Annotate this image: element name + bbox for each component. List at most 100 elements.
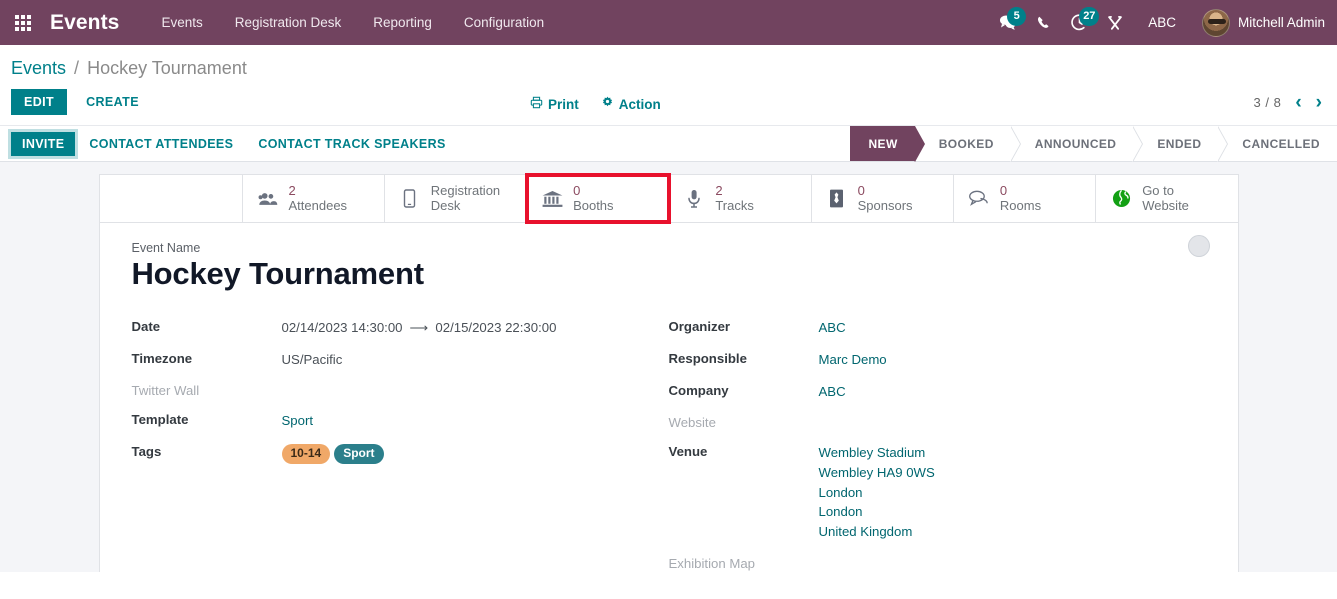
app-brand[interactable]: Events <box>50 11 119 35</box>
form-columns: Date 02/14/2023 14:30:00 ⟶ 02/15/2023 22:3… <box>132 318 1206 572</box>
microphone-icon <box>683 189 705 208</box>
smart-button-text: Go to Website <box>1142 183 1202 214</box>
pager-next-button[interactable]: › <box>1316 93 1322 112</box>
tag-badge[interactable]: Sport <box>334 444 384 465</box>
field-date: Date 02/14/2023 14:30:00 ⟶ 02/15/2023 22:3… <box>132 318 669 337</box>
responsible-label: Responsible <box>668 350 747 366</box>
control-panel-center: Print Action <box>530 96 661 112</box>
organizer-label: Organizer <box>668 318 731 334</box>
venue-line[interactable]: Wembley HA9 0WS <box>819 463 935 483</box>
stage-new[interactable]: NEW <box>850 126 925 162</box>
user-menu[interactable]: Mitchell Admin <box>1192 8 1325 37</box>
field-organizer: Organizer ABC <box>669 318 1206 337</box>
action-label: Action <box>618 96 661 112</box>
smart-button-go-to-website[interactable]: Go to Website <box>1096 175 1237 222</box>
print-menu[interactable]: Print <box>530 96 579 112</box>
menu-item-configuration[interactable]: Configuration <box>448 0 560 45</box>
field-company: Company ABC <box>669 382 1206 401</box>
smart-button-registration-desk[interactable]: Registration Desk <box>385 175 528 222</box>
attendees-count: 2 <box>288 182 296 198</box>
avatar <box>1201 8 1230 37</box>
pager-previous-button[interactable]: ‹ <box>1295 93 1301 112</box>
smart-button-attendees[interactable]: 2 Attendees <box>243 175 385 222</box>
stage-booked[interactable]: BOOKED <box>914 126 1021 162</box>
venue-line[interactable]: Wembley Stadium <box>819 443 935 463</box>
field-template: Template Sport <box>132 411 669 430</box>
responsible-value[interactable]: Marc Demo <box>819 350 887 369</box>
registration-desk-label: Registration Desk <box>430 182 501 213</box>
menu-item-events[interactable]: Events <box>145 0 218 45</box>
booths-label: Booths <box>573 197 614 213</box>
menu-item-registration-desk[interactable]: Registration Desk <box>219 0 358 45</box>
date-end: 02/15/2023 22:30:00 <box>435 319 557 335</box>
smart-button-text: 2 Attendees <box>288 182 348 214</box>
timezone-value[interactable]: US/Pacific <box>282 350 343 369</box>
breadcrumb-root[interactable]: Events <box>11 58 66 78</box>
activity-badge: 27 <box>1079 7 1100 26</box>
create-button[interactable]: CREATE <box>73 89 152 115</box>
contact-track-speakers-button[interactable]: CONTACT TRACK SPEAKERS <box>247 132 456 156</box>
gear-icon <box>601 96 614 112</box>
sponsors-label: Sponsors <box>857 197 913 213</box>
contact-attendees-button[interactable]: CONTACT ATTENDEES <box>78 132 244 156</box>
edit-button[interactable]: EDIT <box>11 89 68 115</box>
venue-label: Venue <box>668 444 708 460</box>
event-name-caption: Event Name <box>131 241 201 255</box>
venue-value[interactable]: Wembley Stadium Wembley HA9 0WS London L… <box>819 443 935 542</box>
stage-announced[interactable]: ANNOUNCED <box>1010 126 1143 162</box>
tag-badge[interactable]: 10-14 <box>281 444 331 465</box>
action-menu[interactable]: Action <box>601 96 661 112</box>
page-title: Hockey Tournament <box>131 256 425 291</box>
smart-button-text: 0 Rooms <box>999 182 1042 214</box>
pager: 3 / 8 ‹ › <box>1254 93 1326 112</box>
invite-button[interactable]: INVITE <box>11 131 76 156</box>
form-sheet: 2 Attendees Registration Desk 0 Booths 2… <box>98 173 1239 572</box>
chat-bubbles-icon <box>968 190 990 207</box>
organizer-value[interactable]: ABC <box>819 318 846 337</box>
tags-label: Tags <box>131 444 162 460</box>
smart-button-sponsors[interactable]: 0 Sponsors <box>812 175 954 222</box>
field-exhibition-map: Exhibition Map <box>669 555 1206 571</box>
company-switcher[interactable]: ABC <box>1134 15 1190 30</box>
pager-value[interactable]: 3 / 8 <box>1254 95 1282 110</box>
activity-clock-icon[interactable]: 27 <box>1062 0 1100 45</box>
venue-line[interactable]: United Kingdom <box>819 522 935 542</box>
form-column-right: Organizer ABC Responsible Marc Demo Comp… <box>669 318 1206 572</box>
date-start: 02/14/2023 14:30:00 <box>281 319 403 335</box>
event-image-placeholder[interactable] <box>1187 235 1210 257</box>
stage-cancelled[interactable]: CANCELLED <box>1218 126 1337 161</box>
timezone-label: Timezone <box>131 350 193 366</box>
smart-button-tracks[interactable]: 2 Tracks <box>669 175 812 222</box>
attendees-label: Attendees <box>288 197 348 213</box>
booths-count: 0 <box>573 182 581 198</box>
bank-icon <box>541 190 563 208</box>
breadcrumb-separator: / <box>74 58 80 78</box>
tie-icon <box>826 189 848 208</box>
menu-item-reporting[interactable]: Reporting <box>357 0 448 45</box>
rooms-label: Rooms <box>999 197 1042 213</box>
smart-button-text: 0 Booths <box>573 182 614 214</box>
field-twitter-wall: Twitter Wall <box>132 382 669 398</box>
systray: 5 27 ABC Mitchell Admin <box>990 0 1325 45</box>
tracks-label: Tracks <box>715 197 754 213</box>
apps-menu-icon[interactable] <box>6 6 40 40</box>
field-timezone: Timezone US/Pacific <box>132 350 669 369</box>
template-value[interactable]: Sport <box>282 411 314 430</box>
smart-button-box: 2 Attendees Registration Desk 0 Booths 2… <box>99 173 1238 224</box>
company-value[interactable]: ABC <box>819 382 846 401</box>
breadcrumb: Events / Hockey Tournament <box>0 45 1337 83</box>
smart-button-booths[interactable]: 0 Booths <box>525 173 672 224</box>
venue-line[interactable]: London <box>819 502 935 522</box>
messages-badge: 5 <box>1007 7 1027 26</box>
breadcrumb-current: Hockey Tournament <box>87 58 247 78</box>
messages-icon[interactable]: 5 <box>990 0 1027 45</box>
tools-icon[interactable] <box>1098 0 1132 45</box>
globe-icon <box>1110 189 1132 208</box>
date-value[interactable]: 02/14/2023 14:30:00 ⟶ 02/15/2023 22:30:00 <box>282 318 557 337</box>
phone-icon[interactable] <box>1026 0 1060 45</box>
venue-line[interactable]: London <box>819 483 935 503</box>
rooms-count: 0 <box>999 182 1008 198</box>
stage-ended[interactable]: ENDED <box>1133 126 1229 162</box>
smart-button-rooms[interactable]: 0 Rooms <box>954 175 1097 222</box>
tags-value[interactable]: 10-14 Sport <box>281 443 388 465</box>
